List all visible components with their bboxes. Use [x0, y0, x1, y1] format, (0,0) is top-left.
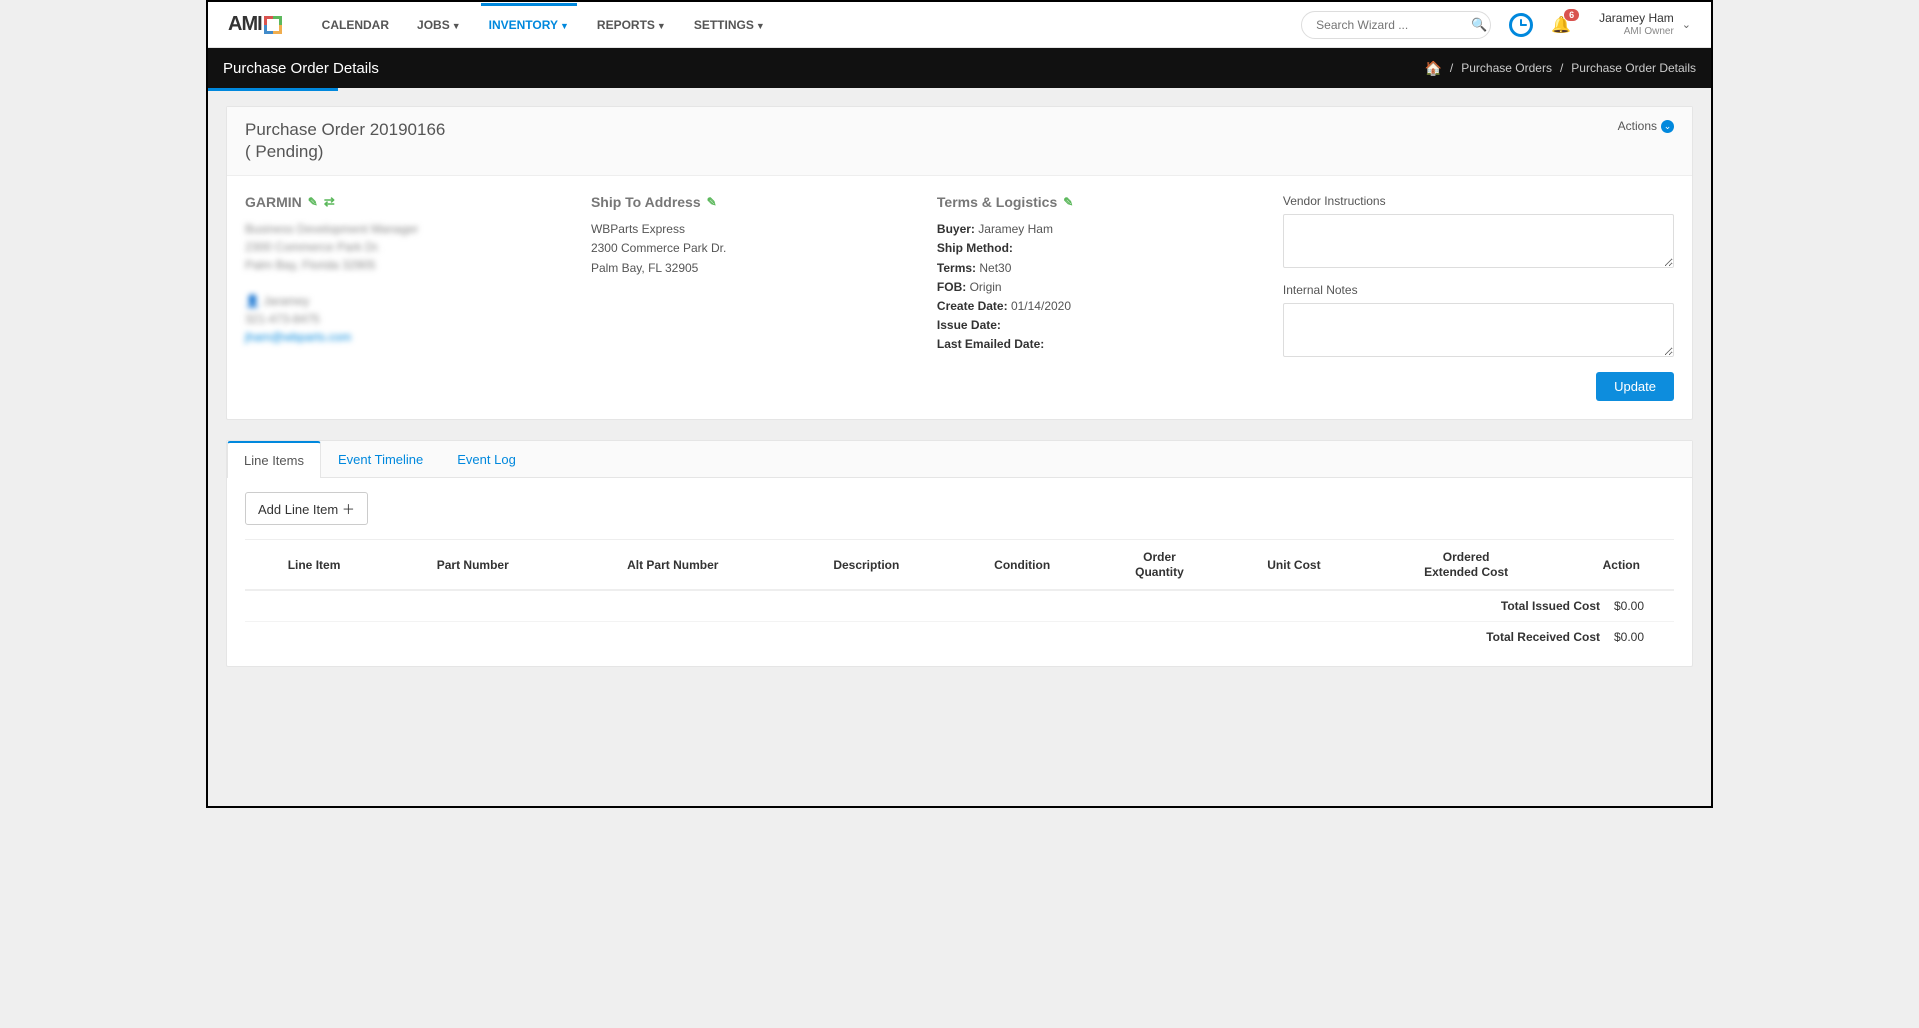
tab-body: Add Line Item ＋ Line Item Part Number Al… — [227, 478, 1692, 666]
plus-icon: ＋ — [342, 502, 355, 517]
col-alt-part-number: Alt Part Number — [562, 540, 783, 590]
col-action: Action — [1569, 540, 1674, 590]
internal-notes-label: Internal Notes — [1283, 283, 1674, 297]
nav-settings[interactable]: SETTINGS▼ — [694, 4, 765, 46]
actions-dropdown[interactable]: Actions ⌄ — [1618, 119, 1674, 133]
logo[interactable]: AMI — [228, 13, 282, 36]
search-box[interactable]: 🔍 — [1301, 11, 1491, 39]
caret-down-icon: ▼ — [657, 21, 666, 31]
notification-badge: 6 — [1564, 9, 1579, 21]
nav-inventory[interactable]: INVENTORY▼ — [489, 4, 569, 46]
shipto-line2: 2300 Commerce Park Dr. — [591, 239, 917, 258]
vendor-instructions-label: Vendor Instructions — [1283, 194, 1674, 208]
chevron-down-icon: ⌄ — [1682, 18, 1691, 31]
col-part-number: Part Number — [383, 540, 562, 590]
caret-down-icon: ▼ — [452, 21, 461, 31]
shipto-heading: Ship To Address — [591, 194, 701, 210]
vendor-address-blurred: Business Development Manager 2300 Commer… — [245, 220, 571, 346]
nav-reports[interactable]: REPORTS▼ — [597, 4, 666, 46]
chevron-down-circle-icon: ⌄ — [1661, 120, 1674, 133]
shipto-line1: WBParts Express — [591, 220, 917, 239]
caret-down-icon: ▼ — [560, 21, 569, 31]
top-nav: AMI CALENDAR JOBS▼ INVENTORY▼ REPORTS▼ S… — [208, 2, 1711, 48]
nav-jobs[interactable]: JOBS▼ — [417, 4, 461, 46]
title-bar: Purchase Order Details 🏠 / Purchase Orde… — [208, 48, 1711, 88]
tabs: Line Items Event Timeline Event Log — [227, 441, 1692, 478]
caret-down-icon: ▼ — [756, 21, 765, 31]
logo-text: AMI — [228, 13, 262, 36]
nav-right: 🔍 🔔 6 Jaramey Ham AMI Owner ⌄ — [1301, 11, 1691, 39]
user-role: AMI Owner — [1599, 26, 1674, 38]
col-unit-cost: Unit Cost — [1224, 540, 1363, 590]
edit-icon[interactable]: ✎ — [308, 195, 318, 209]
terms-heading: Terms & Logistics — [937, 194, 1057, 210]
terms-section: Terms & Logistics ✎ Buyer: Jaramey Ham S… — [937, 194, 1263, 401]
nav-items: CALENDAR JOBS▼ INVENTORY▼ REPORTS▼ SETTI… — [322, 4, 765, 46]
po-card: Purchase Order 20190166 ( Pending) Actio… — [226, 106, 1693, 420]
user-name: Jaramey Ham — [1599, 11, 1674, 25]
crumb-current: Purchase Order Details — [1571, 61, 1696, 75]
breadcrumb: 🏠 / Purchase Orders / Purchase Order Det… — [1424, 60, 1696, 77]
internal-notes-input[interactable] — [1283, 303, 1674, 357]
totals: Total Issued Cost $0.00 Total Received C… — [245, 590, 1674, 652]
total-issued-value: $0.00 — [1614, 599, 1662, 613]
col-description: Description — [783, 540, 950, 590]
swap-icon[interactable]: ⇄ — [324, 194, 335, 210]
po-card-header: Purchase Order 20190166 ( Pending) Actio… — [227, 107, 1692, 176]
search-input[interactable] — [1316, 18, 1471, 32]
notifications-button[interactable]: 🔔 6 — [1551, 15, 1571, 35]
col-order-quantity: OrderQuantity — [1095, 540, 1225, 590]
tab-event-log[interactable]: Event Log — [440, 441, 533, 478]
shipto-line3: Palm Bay, FL 32905 — [591, 259, 917, 278]
clock-icon[interactable] — [1509, 13, 1533, 37]
total-issued-label: Total Issued Cost — [1501, 599, 1600, 613]
update-button[interactable]: Update — [1596, 372, 1674, 401]
line-items-table: Line Item Part Number Alt Part Number De… — [245, 539, 1674, 590]
edit-icon[interactable]: ✎ — [1063, 195, 1073, 209]
logo-bracket-icon-2 — [264, 16, 282, 34]
crumb-purchase-orders[interactable]: Purchase Orders — [1461, 61, 1552, 75]
tab-event-timeline[interactable]: Event Timeline — [321, 441, 440, 478]
shipto-section: Ship To Address ✎ WBParts Express 2300 C… — [591, 194, 917, 401]
vendor-instructions-input[interactable] — [1283, 214, 1674, 268]
nav-calendar[interactable]: CALENDAR — [322, 4, 389, 46]
col-extended-cost: OrderedExtended Cost — [1364, 540, 1569, 590]
add-line-item-button[interactable]: Add Line Item ＋ — [245, 492, 368, 525]
edit-icon[interactable]: ✎ — [707, 195, 717, 209]
vendor-section: GARMIN ✎ ⇄ Business Development Manager … — [245, 194, 571, 401]
col-condition: Condition — [950, 540, 1095, 590]
notes-section: Vendor Instructions Internal Notes Updat… — [1283, 194, 1674, 401]
po-title: Purchase Order 20190166 ( Pending) — [245, 119, 445, 163]
page-title: Purchase Order Details — [223, 60, 379, 77]
content-area: Purchase Order 20190166 ( Pending) Actio… — [208, 88, 1711, 806]
total-received-value: $0.00 — [1614, 630, 1662, 644]
tab-line-items[interactable]: Line Items — [227, 441, 321, 478]
total-received-label: Total Received Cost — [1486, 630, 1600, 644]
vendor-heading: GARMIN — [245, 194, 302, 210]
line-items-card: Line Items Event Timeline Event Log Add … — [226, 440, 1693, 667]
search-icon[interactable]: 🔍 — [1471, 17, 1487, 33]
user-menu[interactable]: Jaramey Ham AMI Owner ⌄ — [1599, 11, 1691, 37]
home-icon[interactable]: 🏠 — [1424, 60, 1441, 77]
col-line-item: Line Item — [245, 540, 383, 590]
